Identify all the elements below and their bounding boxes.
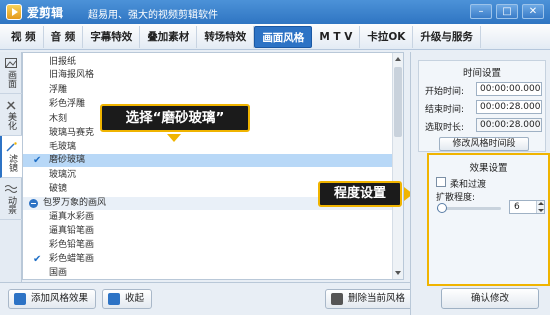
list-item[interactable]: 旧报纸 bbox=[23, 56, 393, 69]
duration-label: 选取时长: bbox=[425, 123, 465, 133]
side-tab-beautify[interactable]: 美化 bbox=[0, 94, 22, 136]
end-time-label: 结束时间: bbox=[425, 105, 465, 115]
wand-icon bbox=[6, 141, 17, 152]
frame-icon bbox=[5, 57, 17, 68]
side-tab-motion[interactable]: 动景 bbox=[0, 178, 22, 220]
tools-icon bbox=[6, 100, 16, 110]
end-time-input[interactable]: 00:00:28.000 bbox=[476, 100, 542, 114]
list-item-label: 玻璃沉 bbox=[49, 170, 77, 180]
list-item[interactable]: 国画 bbox=[23, 267, 393, 279]
tab-audio[interactable]: 音 频 bbox=[44, 25, 84, 48]
group-label: 包罗万象的画风 bbox=[43, 198, 107, 208]
scroll-down-arrow-icon[interactable] bbox=[395, 271, 401, 275]
list-item[interactable]: ✔ 彩色蜡笔画 bbox=[23, 253, 393, 266]
list-item-label: 彩色浮雕 bbox=[49, 99, 86, 109]
spread-degree-label: 扩散程度: bbox=[436, 193, 476, 203]
side-tab-filter[interactable]: 滤镜 bbox=[0, 136, 22, 178]
list-item[interactable]: 浮雕 bbox=[23, 84, 393, 97]
side-tab-label: 滤镜 bbox=[7, 153, 17, 172]
list-scrollbar[interactable] bbox=[392, 53, 403, 279]
main-menu-bar: 视 频 音 频 字幕特效 叠加素材 转场特效 画面风格 M T V 卡拉OK 升… bbox=[0, 24, 550, 50]
spread-degree-slider[interactable] bbox=[437, 203, 501, 213]
effect-settings-group: 效果设置 柔和过渡 扩散程度: 6 bbox=[427, 153, 550, 286]
list-item-label: 旧报纸 bbox=[49, 57, 77, 67]
minimize-button[interactable]: – bbox=[470, 4, 492, 19]
delete-style-button[interactable]: 删除当前风格 bbox=[325, 289, 414, 309]
list-item-label: 逼真水彩画 bbox=[49, 212, 95, 222]
list-item[interactable]: 逼真水彩画 bbox=[23, 211, 393, 224]
add-style-label: 添加风格效果 bbox=[31, 293, 89, 304]
list-item-label: 木刻 bbox=[49, 114, 68, 124]
list-item-label: 彩色铅笔画 bbox=[49, 240, 95, 250]
scroll-up-arrow-icon[interactable] bbox=[395, 57, 401, 61]
add-style-button[interactable]: 添加风格效果 bbox=[8, 289, 97, 309]
filter-list-panel: 旧报纸 旧海报风格 浮雕 彩色浮雕 木刻 玻璃马赛克 毛玻璃 ✔ 磨砂玻璃 玻璃沉… bbox=[22, 52, 404, 280]
soft-transition-checkbox[interactable] bbox=[436, 177, 446, 187]
delete-style-label: 删除当前风格 bbox=[348, 293, 406, 304]
list-item[interactable]: 毛玻璃 bbox=[23, 141, 393, 154]
bottom-toolbar: 添加风格效果 收起 删除当前风格 bbox=[0, 282, 414, 315]
waves-icon bbox=[5, 184, 17, 193]
maximize-button[interactable]: □ bbox=[496, 4, 518, 19]
collapse-icon bbox=[108, 293, 120, 305]
spread-degree-spinbox[interactable]: 6 bbox=[509, 200, 545, 214]
effect-settings-title: 效果设置 bbox=[469, 163, 508, 174]
callout-select-frosted-glass: 选择“磨砂玻璃” bbox=[100, 104, 250, 132]
time-settings-group: 时间设置 开始时间: 00:00:00.000 结束时间: 00:00:28.0… bbox=[418, 60, 546, 152]
tab-picture-style[interactable]: 画面风格 bbox=[254, 25, 313, 48]
collapse-minus-icon[interactable] bbox=[29, 199, 38, 208]
confirm-modify-button[interactable]: 确认修改 bbox=[441, 288, 539, 309]
list-item-label: 国画 bbox=[49, 268, 68, 278]
list-item[interactable]: 旧海报风格 bbox=[23, 69, 393, 82]
app-name: 爱剪辑 bbox=[27, 6, 64, 20]
app-logo-icon bbox=[6, 4, 22, 20]
list-item-label: 磨砂玻璃 bbox=[49, 155, 86, 165]
check-icon: ✔ bbox=[33, 254, 42, 265]
list-item-label: 彩色蜡笔画 bbox=[49, 254, 95, 264]
tab-karaoke[interactable]: 卡拉OK bbox=[360, 25, 414, 48]
close-button[interactable]: ✕ bbox=[522, 4, 544, 19]
callout-arrow-icon bbox=[167, 134, 181, 142]
add-icon bbox=[14, 293, 26, 305]
callout-degree-settings: 程度设置 bbox=[318, 181, 402, 207]
tab-transition-effects[interactable]: 转场特效 bbox=[197, 25, 255, 48]
side-tab-bar: 画面 美化 滤镜 动景 bbox=[0, 52, 22, 282]
tab-subtitle-effects[interactable]: 字幕特效 bbox=[83, 25, 141, 48]
list-item-label: 毛玻璃 bbox=[49, 142, 77, 152]
title-bar: 爱剪辑 超易用、强大的视频剪辑软件 – □ ✕ bbox=[0, 0, 550, 24]
side-tab-picture[interactable]: 画面 bbox=[0, 52, 22, 94]
tab-upgrade-service[interactable]: 升级与服务 bbox=[413, 25, 481, 48]
side-tab-label: 画面 bbox=[6, 69, 16, 88]
modify-style-time-button[interactable]: 修改风格时间段 bbox=[439, 137, 529, 151]
trash-icon bbox=[331, 293, 343, 305]
list-item-label: 旧海报风格 bbox=[49, 70, 95, 80]
time-settings-title: 时间设置 bbox=[462, 68, 501, 79]
list-item-label: 浮雕 bbox=[49, 85, 68, 95]
soft-transition-label: 柔和过渡 bbox=[450, 180, 487, 190]
spin-arrows-icon[interactable] bbox=[536, 201, 544, 213]
list-item-label: 玻璃马赛克 bbox=[49, 128, 95, 138]
start-time-input[interactable]: 00:00:00.000 bbox=[476, 82, 542, 96]
side-tab-label: 动景 bbox=[6, 195, 16, 214]
list-item[interactable]: 彩色铅笔画 bbox=[23, 239, 393, 252]
duration-value: 00:00:28.000 bbox=[476, 118, 542, 132]
check-icon: ✔ bbox=[33, 155, 42, 166]
tab-video[interactable]: 视 频 bbox=[4, 25, 44, 48]
collapse-label: 收起 bbox=[125, 293, 145, 304]
collapse-button[interactable]: 收起 bbox=[102, 289, 153, 309]
list-item[interactable]: 逼真铅笔画 bbox=[23, 225, 393, 238]
list-item-label: 破镜 bbox=[49, 184, 68, 194]
side-tab-label: 美化 bbox=[6, 111, 16, 130]
list-item-label: 逼真铅笔画 bbox=[49, 226, 95, 236]
start-time-label: 开始时间: bbox=[425, 87, 465, 97]
slider-thumb[interactable] bbox=[437, 203, 447, 213]
scroll-thumb[interactable] bbox=[394, 67, 402, 137]
settings-panel: 时间设置 开始时间: 00:00:00.000 结束时间: 00:00:28.0… bbox=[410, 52, 550, 315]
tab-mtv[interactable]: M T V bbox=[312, 25, 361, 48]
list-item-selected[interactable]: ✔ 磨砂玻璃 bbox=[23, 154, 393, 167]
app-slogan: 超易用、强大的视频剪辑软件 bbox=[88, 10, 218, 21]
tab-overlay-material[interactable]: 叠加素材 bbox=[140, 25, 198, 48]
spread-degree-value: 6 bbox=[514, 202, 520, 212]
